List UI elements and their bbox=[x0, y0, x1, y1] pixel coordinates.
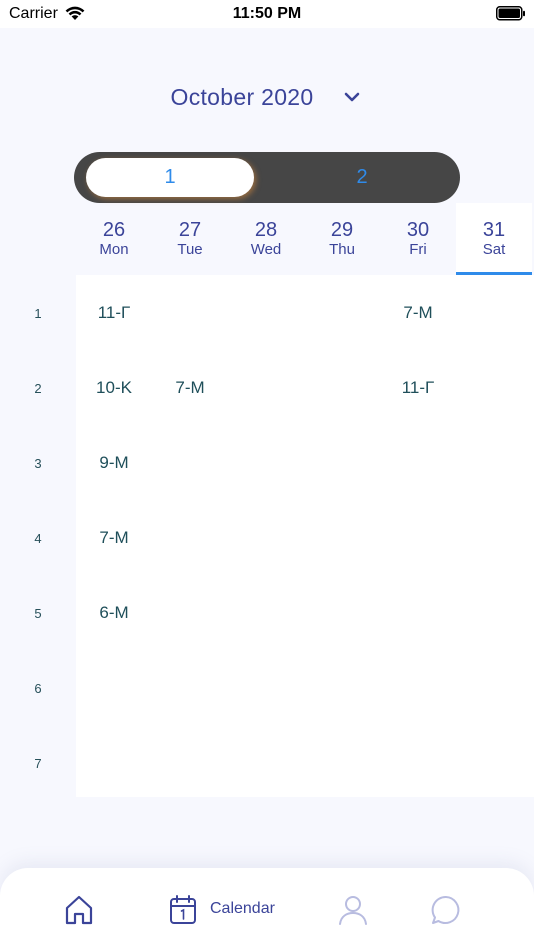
period-label: 4 bbox=[34, 531, 42, 546]
day-header-row: 26 Mon 27 Tue 28 Wed 29 Thu 30 Fri 31 Sat bbox=[76, 203, 534, 275]
day-number: 27 bbox=[178, 219, 202, 241]
tab-calendar-label[interactable]: Calendar bbox=[210, 900, 275, 918]
lesson-cell[interactable]: 11-Г bbox=[76, 303, 152, 323]
month-title[interactable]: October 2020 bbox=[0, 84, 484, 111]
period-label: 5 bbox=[34, 606, 42, 621]
period-label: 3 bbox=[34, 456, 42, 471]
screen: Carrier 11:50 PM October 2020 1 2 26 Mon 2… bbox=[0, 0, 534, 950]
week-option-2[interactable]: 2 bbox=[278, 158, 446, 197]
chat-icon[interactable] bbox=[430, 894, 462, 926]
lesson-cell[interactable]: 10-K bbox=[76, 378, 152, 398]
day-column-tue[interactable]: 27 Tue bbox=[152, 203, 228, 275]
day-number: 31 bbox=[482, 219, 506, 241]
lesson-cell[interactable]: 7-M bbox=[152, 378, 228, 398]
tab-bar: Calendar bbox=[0, 868, 534, 950]
day-number: 30 bbox=[406, 219, 430, 241]
day-name: Mon bbox=[99, 241, 129, 258]
home-icon[interactable] bbox=[64, 894, 94, 926]
period-label: 6 bbox=[34, 681, 42, 696]
lesson-cell[interactable]: 7-M bbox=[380, 303, 456, 323]
lesson-cell[interactable]: 6-M bbox=[76, 603, 152, 623]
status-bar: Carrier 11:50 PM bbox=[0, 0, 534, 28]
period-label: 1 bbox=[34, 306, 42, 321]
day-column-mon[interactable]: 26 Mon bbox=[76, 203, 152, 275]
day-name: Wed bbox=[250, 241, 282, 258]
week-option-1[interactable]: 1 bbox=[86, 158, 254, 197]
battery-icon bbox=[496, 6, 525, 21]
day-name: Sat bbox=[482, 241, 506, 258]
lesson-cell[interactable]: 7-M bbox=[76, 528, 152, 548]
day-column-sat[interactable]: 31 Sat bbox=[456, 203, 532, 275]
day-name: Tue bbox=[177, 241, 203, 258]
chevron-down-icon[interactable] bbox=[343, 90, 361, 104]
calendar-icon[interactable] bbox=[169, 894, 197, 926]
period-label: 7 bbox=[34, 756, 42, 771]
day-column-wed[interactable]: 28 Wed bbox=[228, 203, 304, 275]
day-number: 28 bbox=[254, 219, 278, 241]
day-column-fri[interactable]: 30 Fri bbox=[380, 203, 456, 275]
day-number: 26 bbox=[102, 219, 126, 241]
day-name: Thu bbox=[329, 241, 355, 258]
status-time: 11:50 PM bbox=[232, 5, 302, 22]
day-column-thu[interactable]: 29 Thu bbox=[304, 203, 380, 275]
profile-icon[interactable] bbox=[338, 894, 368, 926]
lesson-cell[interactable]: 9-M bbox=[76, 453, 152, 473]
day-number: 29 bbox=[330, 219, 354, 241]
period-label: 2 bbox=[34, 381, 42, 396]
day-name: Fri bbox=[409, 241, 427, 258]
week-toggle: 1 2 bbox=[74, 152, 460, 203]
lesson-cell[interactable]: 11-Г bbox=[380, 378, 456, 398]
